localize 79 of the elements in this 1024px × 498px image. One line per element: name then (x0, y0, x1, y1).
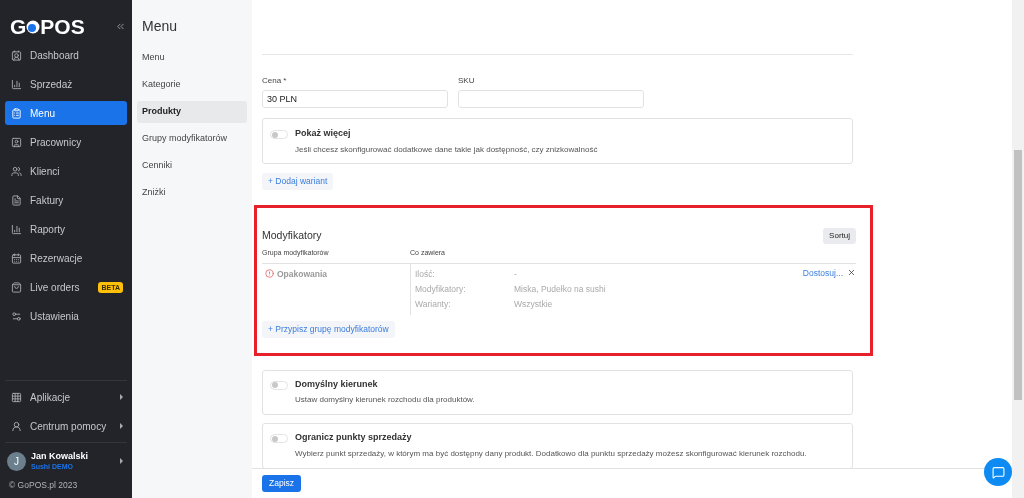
detail-value: Miska, Pudełko na sushi (514, 282, 606, 296)
detail-value: - (514, 267, 517, 281)
nav-item[interactable]: Ustawienia (5, 304, 127, 328)
clipboard-icon (11, 107, 22, 119)
nav-item[interactable]: Klienci (5, 159, 127, 183)
users-icon (11, 165, 22, 177)
nav-label: Dashboard (30, 48, 80, 63)
group-name: Opakowania (277, 267, 328, 281)
customize-link[interactable]: Dostosuj... (802, 266, 843, 280)
nav-item[interactable]: Raporty (5, 217, 127, 241)
detail-label: Modyfikatory: (415, 282, 467, 296)
caret-icon (120, 423, 123, 430)
nav-label: Live orders (30, 280, 81, 295)
nav-item[interactable]: Pracownicy (5, 130, 127, 154)
nav-label: Menu (30, 106, 56, 121)
nav-label: Sprzedaż (30, 77, 74, 92)
warning-icon (265, 268, 274, 278)
section-title: Modyfikatory (262, 228, 322, 244)
nav-item[interactable]: Centrum pomocy (5, 414, 127, 439)
field-label: Cena * (262, 75, 288, 87)
caret-icon (120, 394, 123, 401)
option-title: Domyślny kierunek (295, 377, 379, 391)
nav-label: Centrum pomocy (30, 419, 108, 434)
logo: G POS (10, 16, 85, 37)
person-icon (11, 420, 22, 432)
chat-icon (991, 465, 1005, 479)
submenu-item[interactable]: Grupy modyfikatorów (137, 128, 247, 150)
nav-label: Aplikacje (30, 390, 72, 405)
price-field[interactable]: 30 PLN (262, 90, 448, 108)
option-description: Jeśli chcesz skonfigurować dodatkowe dane takie jak dostępność, czy znizkowalność (295, 143, 598, 156)
submenu-title: Menu (141, 17, 179, 36)
submenu-item[interactable]: Zniżki (137, 182, 247, 204)
nav-item[interactable]: Rezerwacje (5, 246, 127, 270)
option-description: Wybierz punkt sprzedaży, w którym ma być dostępny dany produkt. Dodatkowo dla punktu sprzedaży możesz skonfigurować kierunek rozchodu. (295, 447, 807, 460)
nav-item[interactable]: Sprzedaż (5, 72, 127, 96)
nav-label: Klienci (30, 164, 61, 179)
nav-item[interactable]: Dashboard (5, 43, 127, 67)
calendar-icon (11, 252, 22, 264)
nav-label: Raporty (30, 222, 66, 237)
detail-label: Ilość: (415, 267, 436, 281)
option-description: Ustaw domyślny kierunek rozchodu dla produktów. (295, 394, 475, 407)
copyright-text: © GoPOS.pl 2023 (8, 479, 79, 493)
field-label: SKU (458, 75, 476, 87)
close-icon[interactable] (847, 267, 856, 277)
toggle-switch[interactable] (270, 380, 288, 390)
bag-icon (11, 281, 22, 293)
collapse-icon[interactable] (115, 21, 126, 32)
person-icon (11, 136, 22, 148)
nav-item[interactable]: Menu (5, 101, 127, 125)
submenu-item[interactable]: Produkty (137, 101, 247, 123)
toggle-switch[interactable] (270, 434, 288, 444)
detail-value: Wszystkie (514, 297, 553, 311)
submenu-item[interactable]: Kategorie (137, 74, 247, 96)
bar-chart-icon (11, 78, 22, 90)
option-title: Ogranicz punkty sprzedaży (295, 431, 413, 445)
submenu-item[interactable]: Menu (137, 47, 247, 69)
caret-icon[interactable] (120, 458, 123, 465)
id-badge-icon (11, 49, 22, 61)
sku-field[interactable] (458, 90, 644, 108)
assign-group-button[interactable]: + Przypisz grupę modyfikatorów (262, 320, 395, 338)
toggle-switch[interactable] (270, 130, 288, 139)
nav-item[interactable]: Faktury (5, 188, 127, 212)
user-avatar: J (7, 451, 26, 471)
nav-item[interactable]: Aplikacje (5, 385, 127, 410)
add-variant-button[interactable]: + Dodaj wariant (262, 173, 334, 190)
sort-button[interactable]: Sortuj (823, 228, 856, 245)
chat-button[interactable] (984, 458, 1012, 486)
nav-label: Faktury (30, 193, 65, 208)
nav-label: Rezerwacje (30, 251, 84, 266)
nav-label: Ustawienia (30, 309, 80, 324)
document-icon (11, 194, 22, 206)
detail-label: Warianty: (415, 297, 452, 311)
nav-label: Pracownicy (30, 135, 83, 150)
option-title: Pokaż więcej (295, 127, 352, 140)
grid-icon (11, 391, 22, 403)
user-name: Jan Kowalski (31, 451, 90, 463)
submenu-item[interactable]: Cenniki (137, 155, 247, 177)
bar-chart-icon (11, 223, 22, 235)
save-button[interactable]: Zapisz (262, 475, 302, 492)
